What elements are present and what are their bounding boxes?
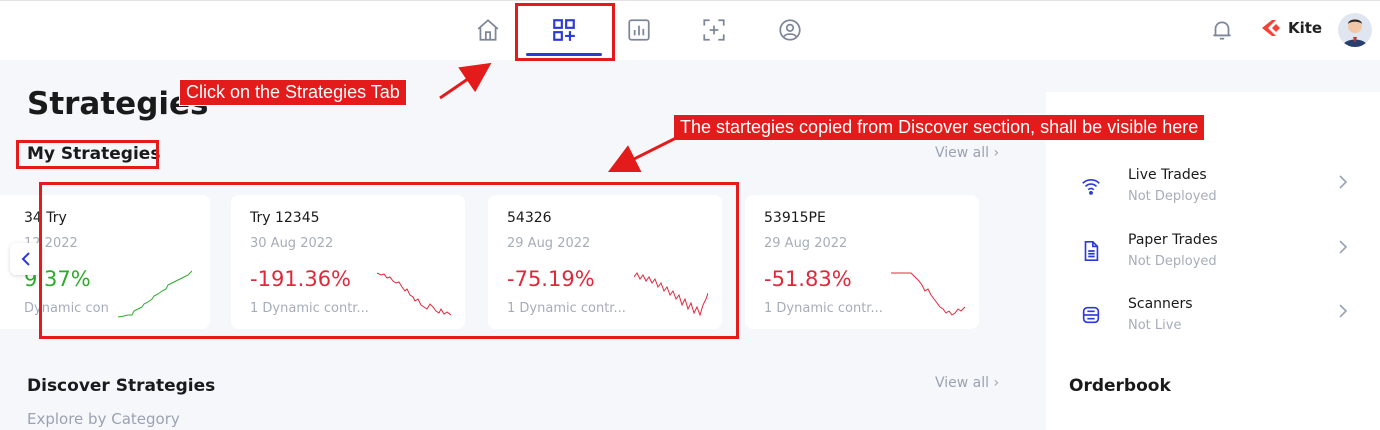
scanner-icon[interactable] xyxy=(697,13,731,47)
live-trades-item[interactable]: Live Trades Not Deployed xyxy=(1046,167,1380,217)
chevron-left-icon xyxy=(21,252,30,266)
paper-trades-item[interactable]: Paper Trades Not Deployed xyxy=(1046,232,1380,282)
strategy-return: -51.83% xyxy=(764,267,852,291)
annotation-label-tab: Click on the Strategies Tab xyxy=(179,79,407,106)
annotation-box-strategy-cards xyxy=(39,182,739,339)
view-all-my-strategies[interactable]: View all › xyxy=(935,145,999,161)
view-all-label: View all xyxy=(935,145,990,161)
view-all-label: View all xyxy=(935,375,990,391)
discover-strategies-title: Discover Strategies xyxy=(27,376,216,396)
strategy-subtitle: 1 Dynamic contr... xyxy=(764,301,882,316)
strategy-sparkline xyxy=(891,272,965,316)
strategy-date: 29 Aug 2022 xyxy=(764,236,848,251)
explore-by-category-label: Explore by Category xyxy=(27,410,180,428)
paper-trades-title: Paper Trades xyxy=(1128,232,1218,248)
carousel-prev-button[interactable] xyxy=(10,243,42,275)
broker-label: Kite xyxy=(1288,19,1323,37)
wifi-icon xyxy=(1082,178,1100,195)
arrow-to-cards xyxy=(607,134,681,173)
orderbook-title: Orderbook xyxy=(1069,376,1171,396)
kite-logo-icon xyxy=(1262,20,1280,36)
annotation-label-copied: The startegies copied from Discover sect… xyxy=(673,114,1206,141)
right-panel: Live Trades Not Deployed Paper Trades No… xyxy=(1046,92,1380,430)
view-all-discover[interactable]: View all › xyxy=(935,375,999,391)
annotation-box-strategies-tab xyxy=(515,3,615,61)
chevron-right-icon xyxy=(1339,304,1348,318)
chevron-right-icon xyxy=(1339,175,1348,189)
live-trades-title: Live Trades xyxy=(1128,167,1207,183)
bell-icon[interactable] xyxy=(1209,17,1235,43)
chevron-right-icon: › xyxy=(993,375,1000,391)
reports-icon[interactable] xyxy=(622,13,656,47)
top-nav: Kite xyxy=(0,0,1380,60)
document-icon xyxy=(1084,241,1099,261)
live-trades-status: Not Deployed xyxy=(1128,189,1217,204)
avatar[interactable] xyxy=(1338,13,1372,47)
scanners-title: Scanners xyxy=(1128,296,1193,312)
arrow-to-tab xyxy=(439,62,492,100)
scanners-item[interactable]: Scanners Not Live xyxy=(1046,296,1380,346)
annotation-box-my-strategies xyxy=(16,140,159,169)
chevron-right-icon: › xyxy=(993,145,1000,161)
chevron-right-icon xyxy=(1339,240,1348,254)
broker-kite[interactable]: Kite xyxy=(1262,19,1322,37)
profile-icon[interactable] xyxy=(773,13,807,47)
strategy-card[interactable]: 53915PE 29 Aug 2022 -51.83% 1 Dynamic co… xyxy=(745,195,979,329)
paper-trades-status: Not Deployed xyxy=(1128,254,1217,269)
scanners-status: Not Live xyxy=(1128,318,1182,333)
home-icon[interactable] xyxy=(471,13,505,47)
strategy-name: 53915PE xyxy=(764,210,826,226)
scanner-icon xyxy=(1082,306,1100,324)
